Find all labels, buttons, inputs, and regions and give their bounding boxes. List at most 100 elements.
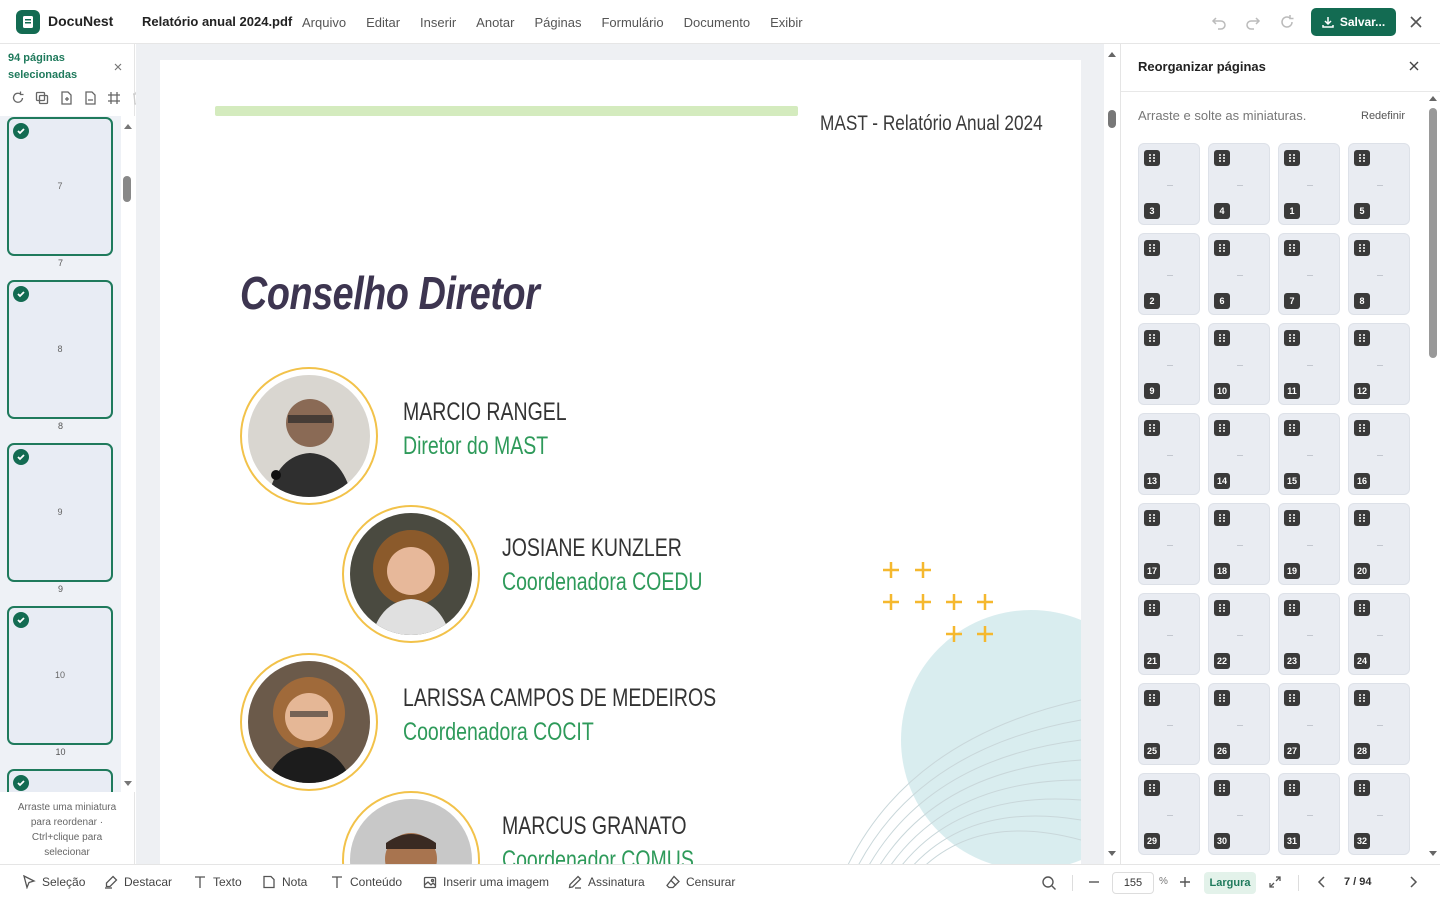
canvas-scrollbar[interactable] (1104, 44, 1120, 864)
drag-handle-icon[interactable] (1284, 330, 1300, 346)
reorder-tile[interactable]: 1 (1278, 143, 1340, 225)
reorder-tile[interactable]: 9 (1138, 323, 1200, 405)
menu-inserir[interactable]: Inserir (410, 15, 466, 30)
drag-handle-icon[interactable] (1214, 420, 1230, 436)
reorder-tile[interactable]: 7 (1278, 233, 1340, 315)
sidebar-scrollbar[interactable] (121, 116, 135, 792)
tool-text[interactable]: Texto (193, 875, 242, 889)
drag-handle-icon[interactable] (1284, 780, 1300, 796)
fit-width-button[interactable]: Largura (1204, 872, 1256, 894)
drag-handle-icon[interactable] (1144, 420, 1160, 436)
menu-paginas[interactable]: Páginas (524, 15, 591, 30)
reorder-tile[interactable]: 2 (1138, 233, 1200, 315)
reorder-tile[interactable]: 5 (1348, 143, 1410, 225)
reorder-tile[interactable]: 26 (1208, 683, 1270, 765)
drag-handle-icon[interactable] (1284, 600, 1300, 616)
reorder-grid[interactable]: 3 4 1 5 2 6 7 8 9 10 11 12 13 14 15 16 17 18 19 20 21 22 23 24 2… (1138, 143, 1418, 864)
redo-icon[interactable] (1244, 13, 1262, 31)
drag-handle-icon[interactable] (1284, 150, 1300, 166)
drag-handle-icon[interactable] (1144, 150, 1160, 166)
menu-anotar[interactable]: Anotar (466, 15, 524, 30)
zoom-input[interactable]: 155 (1112, 872, 1154, 894)
canvas-scrollbar-thumb[interactable] (1108, 110, 1116, 128)
drag-handle-icon[interactable] (1284, 240, 1300, 256)
reorder-tile[interactable]: 28 (1348, 683, 1410, 765)
page-thumbnail[interactable]: 8 (7, 280, 113, 419)
drag-handle-icon[interactable] (1354, 420, 1370, 436)
fullscreen-icon[interactable] (1268, 875, 1282, 889)
app-logo-icon[interactable] (16, 10, 40, 34)
close-icon[interactable] (1407, 13, 1425, 31)
reorder-tile[interactable]: 18 (1208, 503, 1270, 585)
drag-handle-icon[interactable] (1214, 330, 1230, 346)
reorder-tile[interactable]: 11 (1278, 323, 1340, 405)
drag-handle-icon[interactable] (1214, 510, 1230, 526)
tool-content[interactable]: Conteúdo (330, 875, 402, 889)
drag-handle-icon[interactable] (1354, 240, 1370, 256)
reorder-tile[interactable]: 30 (1208, 773, 1270, 855)
insert-page-icon[interactable] (82, 90, 98, 106)
drag-handle-icon[interactable] (1354, 690, 1370, 706)
drag-handle-icon[interactable] (1354, 600, 1370, 616)
next-page-icon[interactable] (1406, 875, 1420, 889)
extract-page-icon[interactable] (58, 90, 74, 106)
reorder-tile[interactable]: 12 (1348, 323, 1410, 405)
menu-editar[interactable]: Editar (356, 15, 410, 30)
zoom-out-icon[interactable] (1087, 875, 1101, 889)
crop-icon[interactable] (106, 90, 122, 106)
drag-handle-icon[interactable] (1354, 330, 1370, 346)
rotate-icon[interactable] (10, 90, 26, 106)
reorder-tile[interactable]: 29 (1138, 773, 1200, 855)
reorder-tile[interactable]: 14 (1208, 413, 1270, 495)
tool-note[interactable]: Nota (262, 875, 307, 889)
search-icon[interactable] (1041, 875, 1057, 891)
drag-handle-icon[interactable] (1354, 510, 1370, 526)
reorder-tile[interactable]: 4 (1208, 143, 1270, 225)
drag-handle-icon[interactable] (1214, 150, 1230, 166)
menu-formulario[interactable]: Formulário (591, 15, 673, 30)
reorder-tile[interactable]: 31 (1278, 773, 1340, 855)
reorder-tile[interactable]: 10 (1208, 323, 1270, 405)
drag-handle-icon[interactable] (1144, 780, 1160, 796)
thumbnail-list[interactable]: 7 7 8 8 9 9 10 10 (0, 116, 121, 792)
reorder-tile[interactable]: 21 (1138, 593, 1200, 675)
sidebar-scrollbar-thumb[interactable] (123, 176, 131, 202)
menu-arquivo[interactable]: Arquivo (292, 15, 356, 30)
page-thumbnail[interactable]: 9 (7, 443, 113, 582)
page-thumbnail[interactable] (7, 769, 113, 792)
tool-signature[interactable]: Assinatura (568, 875, 645, 889)
drag-handle-icon[interactable] (1214, 690, 1230, 706)
clear-selection-icon[interactable] (113, 62, 123, 72)
drag-handle-icon[interactable] (1284, 510, 1300, 526)
close-panel-icon[interactable] (1408, 60, 1420, 72)
drag-handle-icon[interactable] (1354, 150, 1370, 166)
document-canvas[interactable]: MAST - Relatório Anual 2024 Conselho Dir… (136, 44, 1104, 864)
reorder-tile[interactable]: 27 (1278, 683, 1340, 765)
save-button[interactable]: Salvar... (1311, 8, 1396, 36)
reorder-tile[interactable]: 19 (1278, 503, 1340, 585)
refresh-icon[interactable] (1278, 13, 1296, 31)
panel-scrollbar-thumb[interactable] (1429, 108, 1437, 358)
drag-handle-icon[interactable] (1214, 240, 1230, 256)
tool-redact[interactable]: Censurar (666, 875, 735, 889)
drag-handle-icon[interactable] (1284, 690, 1300, 706)
reorder-tile[interactable]: 32 (1348, 773, 1410, 855)
drag-handle-icon[interactable] (1144, 240, 1160, 256)
reorder-tile[interactable]: 22 (1208, 593, 1270, 675)
tool-selection[interactable]: Seleção (22, 875, 85, 889)
tool-highlight[interactable]: Destacar (104, 875, 172, 889)
reorder-tile[interactable]: 25 (1138, 683, 1200, 765)
page-thumbnail[interactable]: 10 (7, 606, 113, 745)
drag-handle-icon[interactable] (1214, 780, 1230, 796)
undo-icon[interactable] (1210, 13, 1228, 31)
reorder-tile[interactable]: 13 (1138, 413, 1200, 495)
reorder-tile[interactable]: 23 (1278, 593, 1340, 675)
tool-insert-image[interactable]: Inserir uma imagem (423, 875, 549, 889)
zoom-in-icon[interactable] (1178, 875, 1192, 889)
duplicate-icon[interactable] (34, 90, 50, 106)
reorder-tile[interactable]: 17 (1138, 503, 1200, 585)
page-thumbnail[interactable]: 7 (7, 117, 113, 256)
menu-documento[interactable]: Documento (674, 15, 760, 30)
drag-handle-icon[interactable] (1284, 420, 1300, 436)
drag-handle-icon[interactable] (1354, 780, 1370, 796)
